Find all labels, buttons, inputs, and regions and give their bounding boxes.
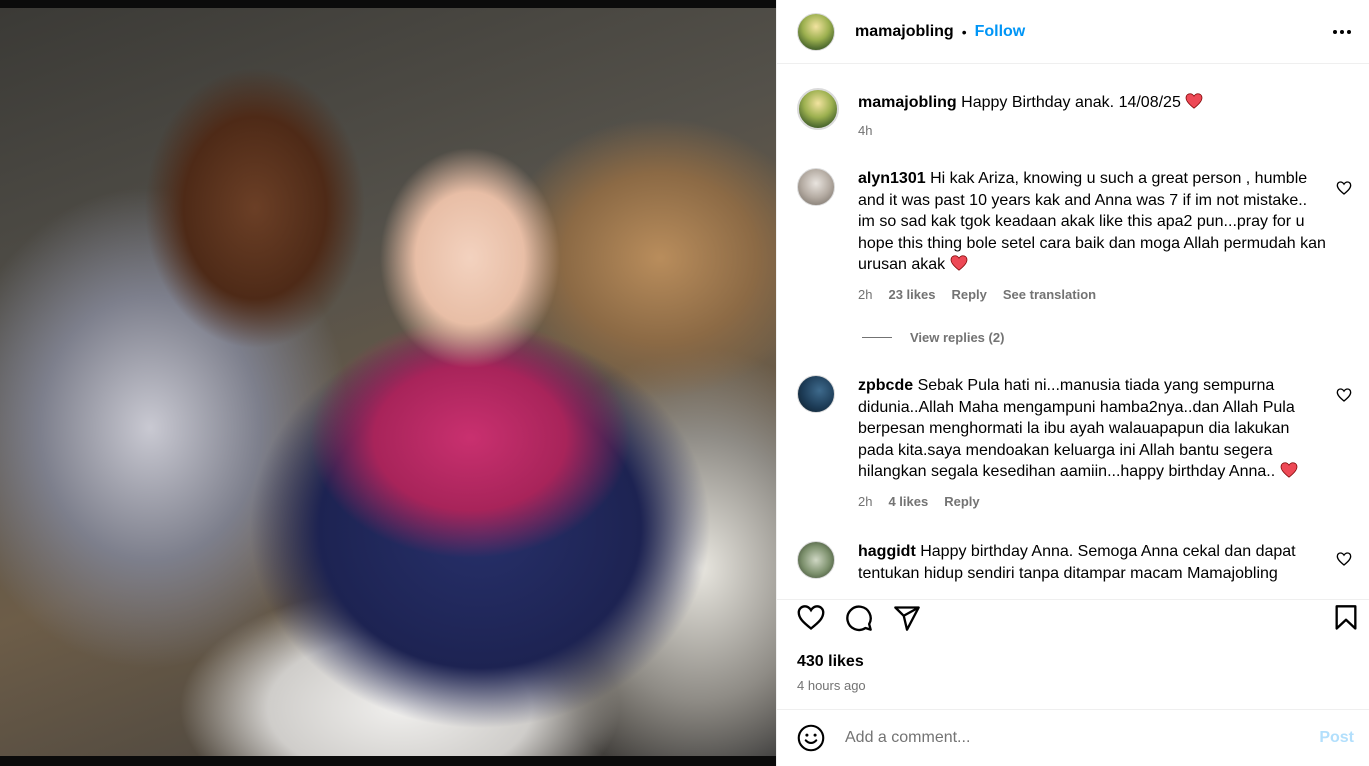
comment-text: Happy birthday Anna. Semoga Anna cekal d… xyxy=(858,543,1296,582)
reply-button[interactable]: Reply xyxy=(951,284,986,306)
caption-meta: 4h xyxy=(858,120,1328,142)
author-username[interactable]: mamajobling xyxy=(855,23,954,41)
share-paper-plane-icon[interactable] xyxy=(893,604,921,632)
comment-meta: 2h 23 likes Reply See translation xyxy=(858,284,1328,306)
like-comment-icon[interactable] xyxy=(1336,180,1352,196)
replies-divider xyxy=(862,337,892,338)
comment-bubble-icon[interactable] xyxy=(845,604,873,632)
commenter-avatar[interactable] xyxy=(797,541,835,579)
post-media[interactable] xyxy=(0,0,776,766)
post-header: mamajobling • Follow xyxy=(777,0,1369,64)
save-bookmark-icon[interactable] xyxy=(1332,604,1360,632)
commenter-avatar[interactable] xyxy=(797,168,835,206)
post-comment-button[interactable]: Post xyxy=(1319,729,1354,747)
comment-text: Sebak Pula hati ni...manusia tiada yang … xyxy=(858,377,1295,480)
comment-meta: 2h 4 likes Reply xyxy=(858,491,1328,513)
comment-body: zpbcde Sebak Pula hati ni...manusia tiad… xyxy=(858,375,1328,512)
red-heart-icon xyxy=(1185,93,1203,109)
post-photo[interactable] xyxy=(0,8,776,756)
like-heart-icon[interactable] xyxy=(797,604,825,632)
caption-avatar[interactable] xyxy=(797,88,839,130)
comment-time[interactable]: 2h xyxy=(858,491,872,513)
emoji-icon[interactable] xyxy=(797,724,825,752)
follow-button[interactable]: Follow xyxy=(975,23,1026,41)
comment-username[interactable]: alyn1301 xyxy=(858,170,926,187)
more-options-icon[interactable] xyxy=(1330,20,1354,44)
comment-username[interactable]: zpbcde xyxy=(858,377,913,394)
red-heart-icon xyxy=(1280,462,1298,478)
add-comment-bar: Post xyxy=(777,709,1369,766)
comment-body: alyn1301 Hi kak Ariza, knowing u such a … xyxy=(858,168,1328,305)
comment-username[interactable]: haggidt xyxy=(858,543,916,560)
comment-body: haggidt Happy birthday Anna. Semoga Anna… xyxy=(858,541,1328,584)
post-likes-count[interactable]: 430 likes xyxy=(797,653,864,671)
commenter-avatar[interactable] xyxy=(797,375,835,413)
caption-body: mamajobling Happy Birthday anak. 14/08/2… xyxy=(858,92,1328,141)
caption-timestamp[interactable]: 4h xyxy=(858,120,872,142)
caption-text: Happy Birthday anak. 14/08/25 xyxy=(961,94,1181,111)
header-separator: • xyxy=(961,23,967,40)
caption-username[interactable]: mamajobling xyxy=(858,94,957,111)
see-translation-button[interactable]: See translation xyxy=(1003,284,1096,306)
like-comment-icon[interactable] xyxy=(1336,551,1352,567)
comments-list[interactable]: mamajobling Happy Birthday anak. 14/08/2… xyxy=(777,64,1369,599)
comment-text: Hi kak Ariza, knowing u such a great per… xyxy=(858,170,1326,273)
red-heart-icon xyxy=(950,255,967,271)
view-replies-label: View replies (2) xyxy=(910,330,1005,345)
post-timestamp[interactable]: 4 hours ago xyxy=(797,678,866,693)
comment-likes[interactable]: 4 likes xyxy=(888,491,928,513)
comment-time[interactable]: 2h xyxy=(858,284,872,306)
post-side-panel: mamajobling • Follow mamajobling Happy B… xyxy=(776,0,1369,766)
comment-input[interactable] xyxy=(845,729,1295,747)
reply-button[interactable]: Reply xyxy=(944,491,979,513)
view-replies-button[interactable]: View replies (2) xyxy=(862,330,1004,345)
author-avatar[interactable] xyxy=(797,12,835,51)
post-actions: 430 likes 4 hours ago xyxy=(777,599,1369,709)
like-comment-icon[interactable] xyxy=(1336,387,1352,403)
comment-likes[interactable]: 23 likes xyxy=(888,284,935,306)
